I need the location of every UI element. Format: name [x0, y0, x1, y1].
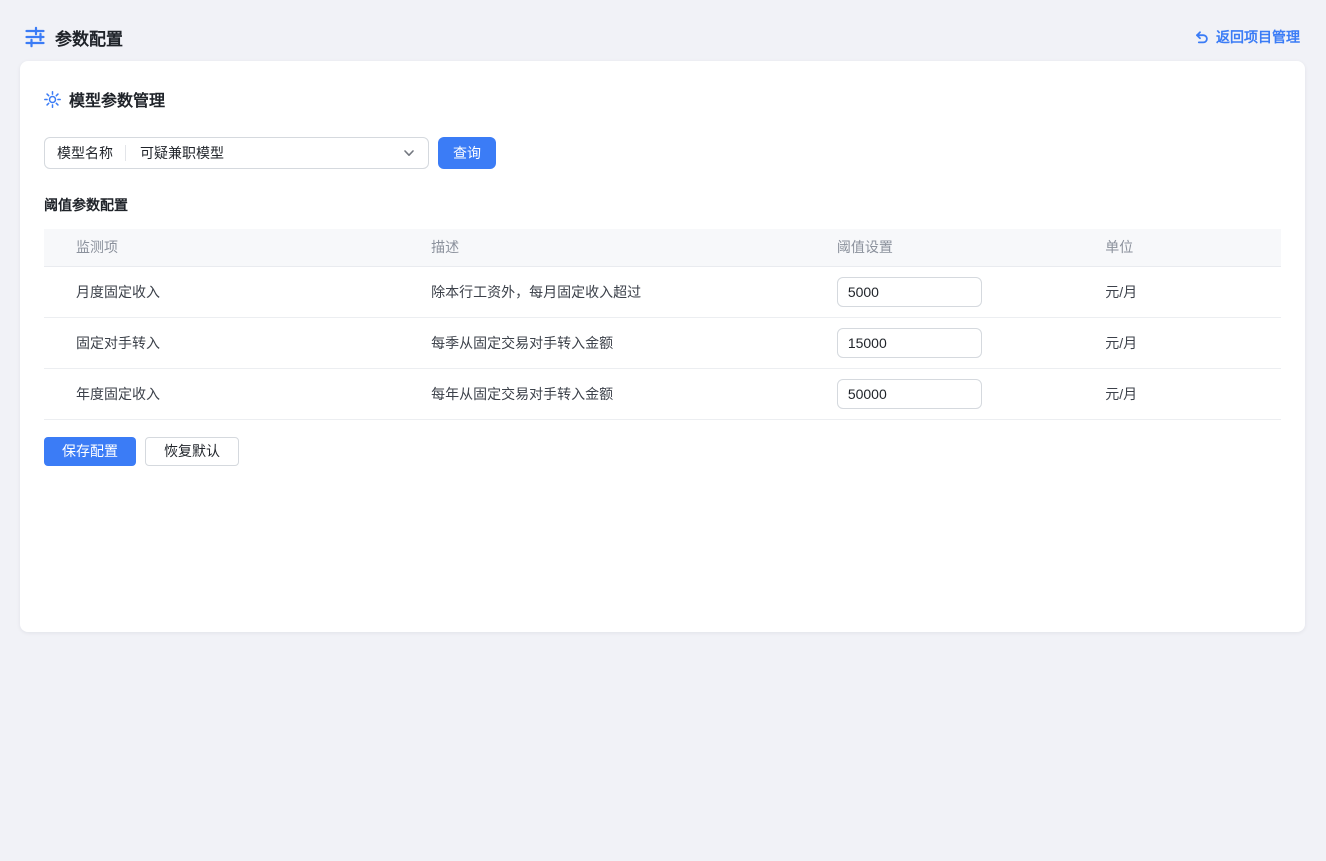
table-row: 年度固定收入 每年从固定交易对手转入金额 元/月: [44, 368, 1281, 419]
column-header-item: 监测项: [44, 229, 415, 266]
table-header-row: 监测项 描述 阈值设置 单位: [44, 229, 1281, 266]
restore-default-button[interactable]: 恢复默认: [145, 437, 239, 466]
model-name-selected-value: 可疑兼职模型: [126, 143, 402, 163]
model-parameter-card: 模型参数管理 模型名称 可疑兼职模型 查询 阈值参数配置 监测项 描述 阈值设置: [20, 61, 1305, 632]
return-arrow-icon: [1193, 29, 1209, 45]
model-name-label: 模型名称: [45, 143, 125, 163]
table-row: 月度固定收入 除本行工资外，每月固定收入超过 元/月: [44, 266, 1281, 317]
card-title: 模型参数管理: [69, 87, 165, 111]
chevron-down-icon: [402, 146, 416, 160]
monitor-desc: 每年从固定交易对手转入金额: [415, 368, 821, 419]
threshold-input[interactable]: [837, 379, 982, 409]
sliders-icon: [24, 26, 46, 48]
threshold-table: 监测项 描述 阈值设置 单位 月度固定收入 除本行工资外，每月固定收入超过 元/…: [44, 229, 1281, 420]
monitor-item: 固定对手转入: [44, 317, 415, 368]
monitor-unit: 元/月: [1089, 266, 1281, 317]
monitor-unit: 元/月: [1089, 368, 1281, 419]
column-header-desc: 描述: [415, 229, 821, 266]
monitor-unit: 元/月: [1089, 317, 1281, 368]
query-button[interactable]: 查询: [438, 137, 496, 169]
monitor-item: 月度固定收入: [44, 266, 415, 317]
threshold-input[interactable]: [837, 277, 982, 307]
back-link-label: 返回项目管理: [1216, 27, 1300, 47]
column-header-unit: 单位: [1089, 229, 1281, 266]
page-title: 参数配置: [55, 25, 123, 50]
monitor-item: 年度固定收入: [44, 368, 415, 419]
model-name-select[interactable]: 模型名称 可疑兼职模型: [44, 137, 429, 169]
column-header-threshold: 阈值设置: [821, 229, 1089, 266]
threshold-input[interactable]: [837, 328, 982, 358]
table-row: 固定对手转入 每季从固定交易对手转入金额 元/月: [44, 317, 1281, 368]
save-config-button[interactable]: 保存配置: [44, 437, 136, 466]
gear-icon: [44, 91, 61, 108]
threshold-section-title: 阈值参数配置: [44, 195, 1281, 215]
monitor-desc: 每季从固定交易对手转入金额: [415, 317, 821, 368]
monitor-desc: 除本行工资外，每月固定收入超过: [415, 266, 821, 317]
back-to-project-link[interactable]: 返回项目管理: [1193, 27, 1300, 47]
page-header: 参数配置 返回项目管理: [0, 0, 1326, 56]
